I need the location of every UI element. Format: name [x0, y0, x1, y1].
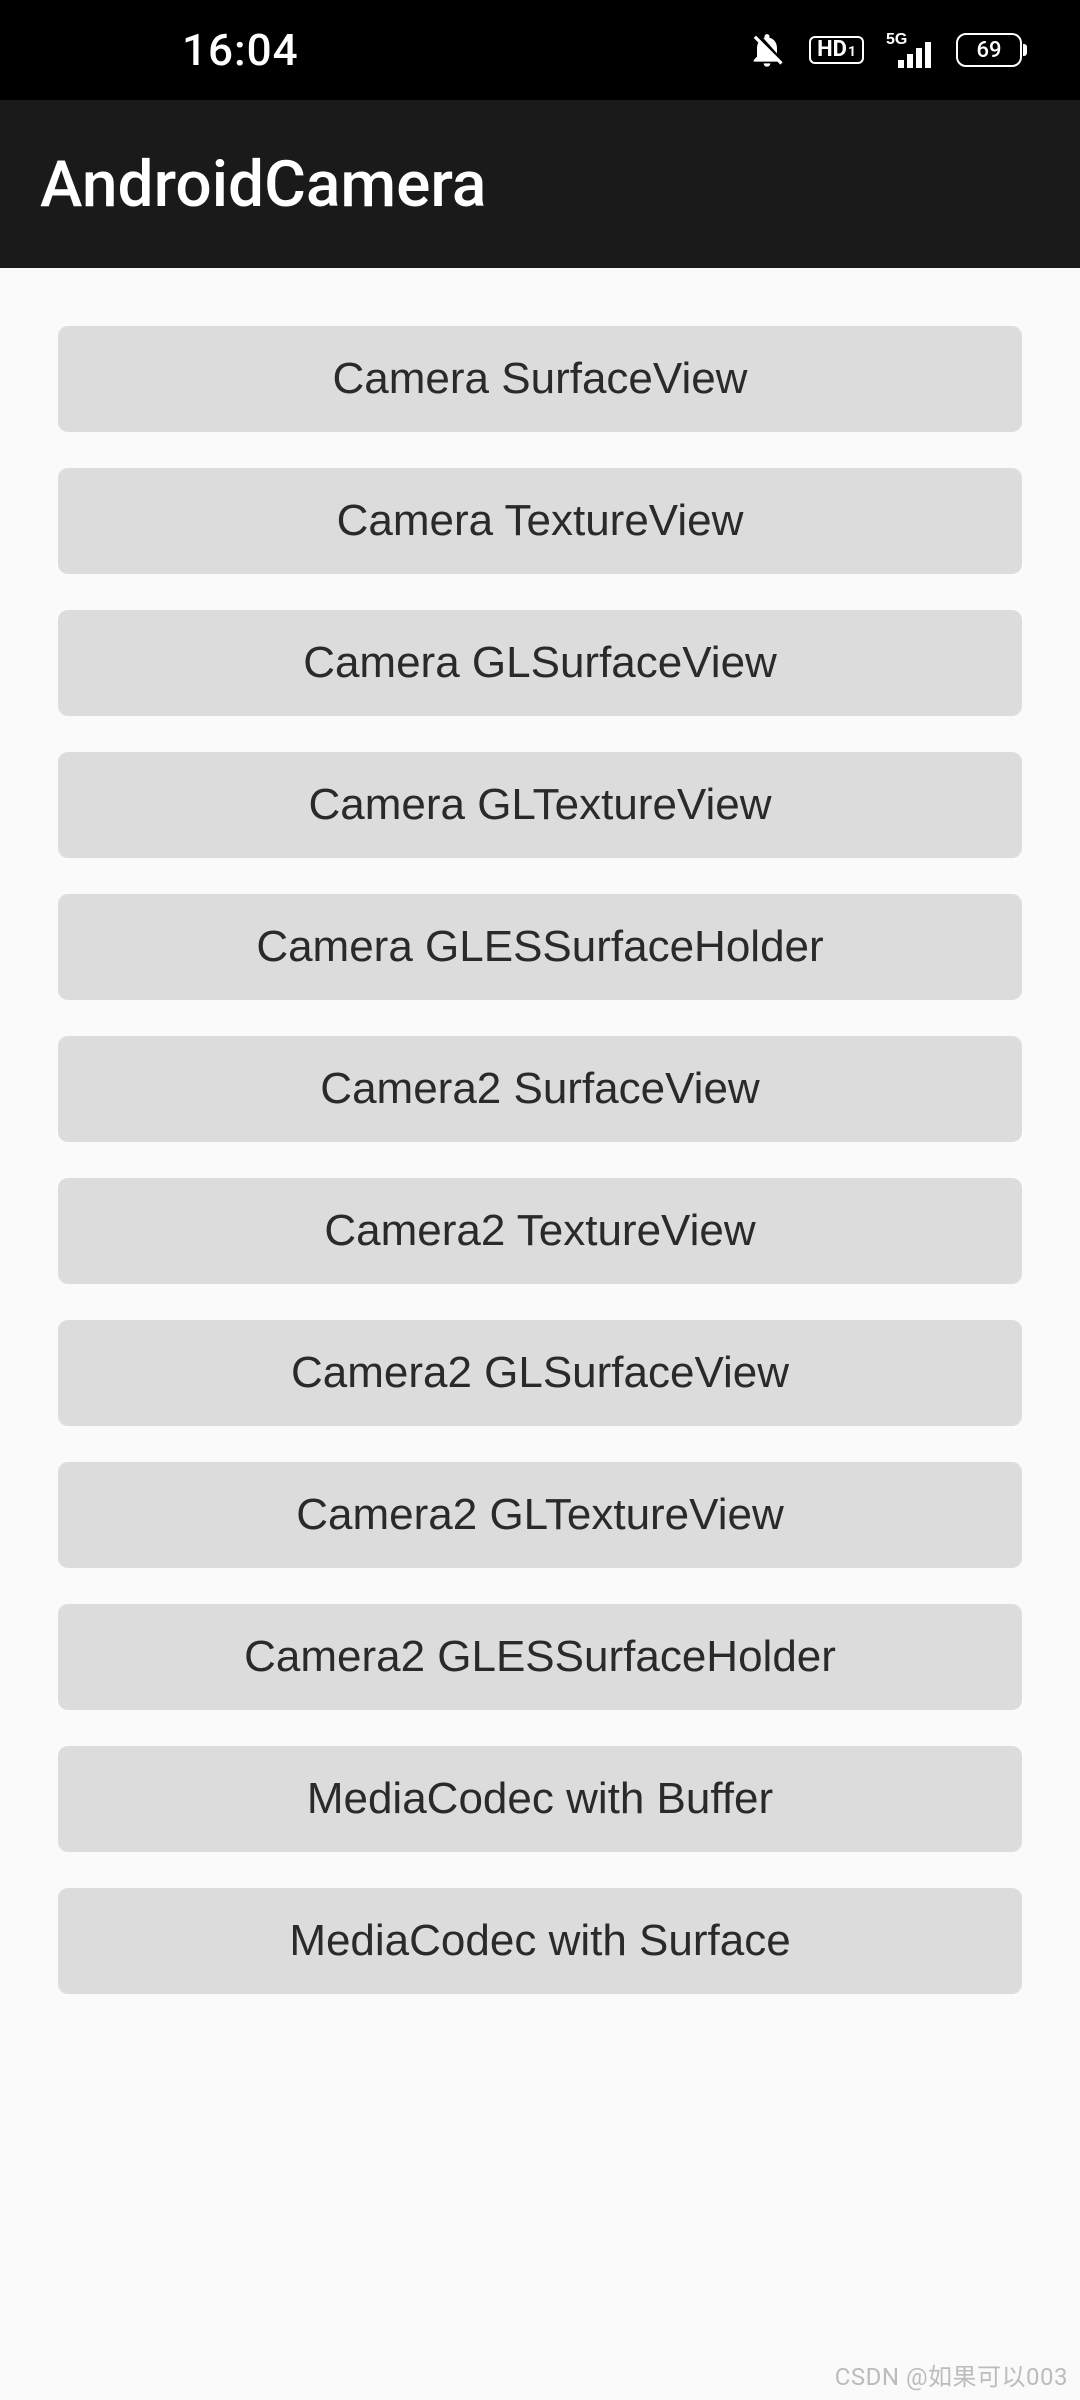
app-title: AndroidCamera: [40, 147, 486, 222]
status-icons: HD1 5G 69: [747, 30, 1022, 70]
camera-glsurfaceview-button[interactable]: Camera GLSurfaceView: [58, 610, 1022, 716]
hd-icon: HD1: [809, 36, 864, 64]
camera2-surfaceview-button[interactable]: Camera2 SurfaceView: [58, 1036, 1022, 1142]
app-bar: AndroidCamera: [0, 100, 1080, 268]
mediacodec-buffer-button[interactable]: MediaCodec with Buffer: [58, 1746, 1022, 1852]
svg-text:5G: 5G: [886, 31, 907, 48]
network-5g-icon: 5G: [886, 30, 934, 70]
camera-textureview-button[interactable]: Camera TextureView: [58, 468, 1022, 574]
camera2-textureview-button[interactable]: Camera2 TextureView: [58, 1178, 1022, 1284]
status-bar: 16:04 HD1 5G 69: [0, 0, 1080, 100]
watermark: CSDN @如果可以003: [835, 2357, 1068, 2392]
camera-glessurfaceholder-button[interactable]: Camera GLESSurfaceHolder: [58, 894, 1022, 1000]
camera-surfaceview-button[interactable]: Camera SurfaceView: [58, 326, 1022, 432]
button-list: Camera SurfaceView Camera TextureView Ca…: [0, 268, 1080, 1994]
battery-level: 69: [976, 38, 1001, 63]
camera-gltextureview-button[interactable]: Camera GLTextureView: [58, 752, 1022, 858]
mediacodec-surface-button[interactable]: MediaCodec with Surface: [58, 1888, 1022, 1994]
camera2-glsurfaceview-button[interactable]: Camera2 GLSurfaceView: [58, 1320, 1022, 1426]
camera2-gltextureview-button[interactable]: Camera2 GLTextureView: [58, 1462, 1022, 1568]
battery-icon: 69: [956, 33, 1022, 67]
mute-icon: [747, 30, 787, 70]
status-time: 16:04: [182, 24, 299, 76]
camera2-glessurfaceholder-button[interactable]: Camera2 GLESSurfaceHolder: [58, 1604, 1022, 1710]
